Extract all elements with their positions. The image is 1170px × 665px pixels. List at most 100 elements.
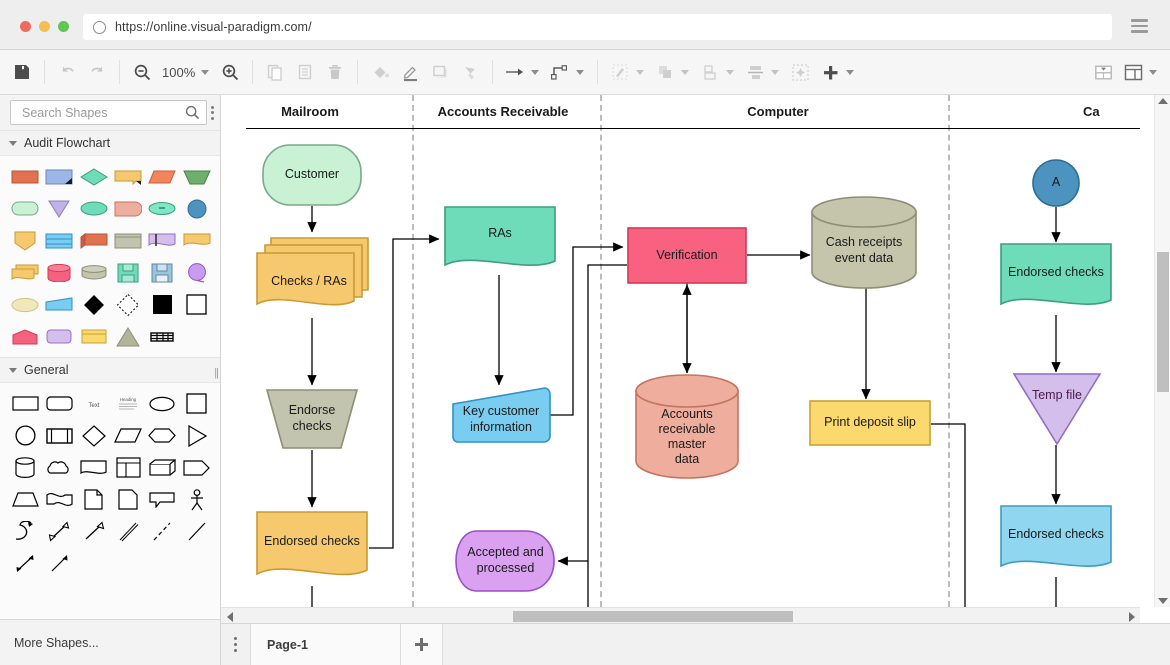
node-cash-receipts-event-data[interactable]: Cash receipts event data (810, 195, 918, 289)
shape-magnetic-disk-blue[interactable] (145, 261, 179, 284)
node-key-customer-information[interactable]: Key customer information (450, 386, 552, 444)
shape-callout[interactable] (145, 488, 179, 511)
shape-table-grid[interactable] (111, 456, 145, 479)
horizontal-scroll-thumb[interactable] (513, 611, 793, 622)
shape-rectangle[interactable] (8, 392, 42, 415)
connector-bidirectional-arrow-icon[interactable] (8, 552, 42, 575)
shape-card-red[interactable] (77, 229, 111, 252)
scroll-up-arrow[interactable] (1158, 98, 1168, 104)
shape-square[interactable] (180, 392, 214, 415)
shape-square-black[interactable] (145, 293, 179, 316)
node-connector-a[interactable]: A (1032, 159, 1080, 207)
more-shapes-button[interactable]: More Shapes... (0, 619, 220, 665)
chevron-down-icon[interactable] (846, 69, 855, 75)
shape-triangle-right[interactable] (180, 424, 214, 447)
node-ar-master-data[interactable]: Accounts receivable master data (634, 373, 740, 479)
shape-magnetic-disk-green[interactable] (111, 261, 145, 284)
shape-document[interactable] (77, 456, 111, 479)
line-color-icon[interactable] (395, 57, 425, 87)
shape-terminator-green[interactable] (8, 197, 42, 220)
shape-ellipse-teal[interactable] (77, 197, 111, 220)
maximize-window-button[interactable] (58, 21, 69, 32)
shape-cylinder[interactable] (8, 456, 42, 479)
address-bar[interactable]: https://online.visual-paradigm.com/ (83, 14, 1112, 40)
hamburger-menu-icon[interactable] (1131, 19, 1148, 33)
shape-page[interactable] (77, 488, 111, 511)
undo-icon[interactable] (52, 57, 82, 87)
shape-multidoc-yellow[interactable] (8, 261, 42, 284)
chevron-down-icon[interactable] (681, 69, 690, 75)
sidebar-section-general[interactable]: General (0, 358, 220, 383)
node-temp-file[interactable]: Temp file (1011, 372, 1103, 446)
shape-rect-striped-yellow[interactable] (77, 325, 111, 348)
shape-rounded-rectangle[interactable] (42, 392, 76, 415)
scroll-down-arrow[interactable] (1158, 598, 1168, 604)
align-icon[interactable] (695, 57, 725, 87)
canvas-horizontal-scrollbar[interactable] (221, 607, 1140, 623)
canvas-vertical-scrollbar[interactable] (1154, 95, 1170, 607)
connector-plain-line-icon[interactable] (180, 520, 214, 543)
save-icon[interactable] (7, 57, 37, 87)
node-checks-ras[interactable]: Checks / RAs (255, 235, 371, 319)
add-page-button[interactable] (401, 624, 443, 665)
node-accepted-and-processed[interactable]: Accepted and processed (455, 529, 556, 593)
shape-cylinder-pink[interactable] (42, 261, 76, 284)
shape-circle-blue[interactable] (180, 197, 214, 220)
shape-trapezoid[interactable] (8, 488, 42, 511)
search-input[interactable] (20, 104, 185, 121)
shape-ellipse-cream[interactable] (8, 293, 42, 316)
shape-cube[interactable] (145, 456, 179, 479)
copy-icon[interactable] (260, 57, 290, 87)
format-painter-icon[interactable] (455, 57, 485, 87)
scroll-right-arrow[interactable] (1126, 611, 1137, 622)
connector-double-arrow-icon[interactable] (42, 520, 76, 543)
close-window-button[interactable] (20, 21, 31, 32)
shape-diamond-green[interactable] (77, 165, 111, 188)
shape-ellipse-connector-teal[interactable] (145, 197, 179, 220)
add-icon[interactable] (815, 57, 845, 87)
shape-roundrect-lavender[interactable] (42, 325, 76, 348)
shape-punched-tape-black[interactable] (145, 325, 179, 348)
shape-rect-orange[interactable] (8, 165, 42, 188)
shape-triangle-up-olive[interactable] (111, 325, 145, 348)
fit-to-selection-icon[interactable] (785, 57, 815, 87)
shape-table-cyan[interactable] (42, 229, 76, 252)
page-tab-page-1[interactable]: Page-1 (251, 624, 401, 665)
shape-wave[interactable] (42, 488, 76, 511)
toggle-right-panel-icon[interactable] (1118, 57, 1148, 87)
node-endorsed-checks-green[interactable]: Endorsed checks (999, 242, 1113, 316)
shape-pennant[interactable] (180, 456, 214, 479)
sidebar-section-audit-flowchart[interactable]: Audit Flowchart (0, 131, 220, 156)
node-customer[interactable]: Customer (262, 144, 362, 206)
shape-diamond-white[interactable] (111, 293, 145, 316)
node-print-deposit-slip[interactable]: Print deposit slip (809, 400, 931, 446)
vertical-scroll-thumb[interactable] (1157, 252, 1169, 392)
chevron-down-icon[interactable] (576, 69, 585, 75)
shape-cloud[interactable] (42, 456, 76, 479)
shape-diamond-black[interactable] (77, 293, 111, 316)
shape-pentagon-yellow[interactable] (8, 229, 42, 252)
shape-trapezoid-green[interactable] (180, 165, 214, 188)
node-ras[interactable]: RAs (443, 205, 557, 277)
shape-circle-tape-purple[interactable] (180, 261, 214, 284)
trash-icon[interactable] (320, 57, 350, 87)
group-icon[interactable] (650, 57, 680, 87)
zoom-in-icon[interactable] (215, 57, 245, 87)
shape-style-icon[interactable] (425, 57, 455, 87)
shape-cylinder-olive[interactable] (77, 261, 111, 284)
node-endorsed-checks-blue[interactable]: Endorsed checks (999, 504, 1113, 578)
shape-rect-dogear-blue[interactable] (42, 165, 76, 188)
toggle-bottom-panel-icon[interactable] (1088, 57, 1118, 87)
shape-circle[interactable] (8, 424, 42, 447)
shape-parallelogram-orange[interactable] (145, 165, 179, 188)
shape-rect-olive[interactable] (111, 229, 145, 252)
connector-dashed-line-icon[interactable] (145, 520, 179, 543)
shape-ellipse[interactable] (145, 392, 179, 415)
search-input-wrapper[interactable] (10, 100, 207, 125)
node-endorse-checks[interactable]: Endorse checks (262, 388, 362, 450)
minimize-window-button[interactable] (39, 21, 50, 32)
page-options-kebab-icon[interactable] (221, 624, 251, 665)
connector-single-arrow-icon[interactable] (77, 520, 111, 543)
chevron-down-icon[interactable] (771, 69, 780, 75)
shape-triangle-down-purple[interactable] (42, 197, 76, 220)
